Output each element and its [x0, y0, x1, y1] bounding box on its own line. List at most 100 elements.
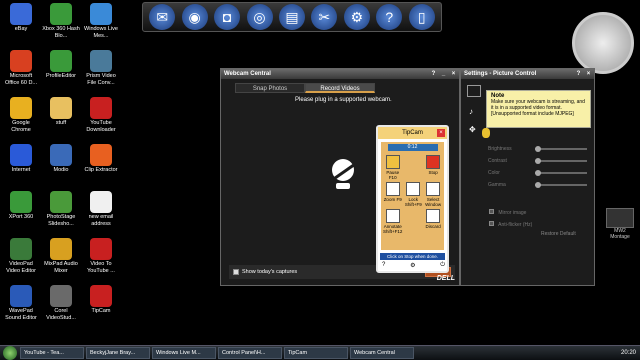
desktop-icon[interactable]: ProfileEditor	[42, 50, 80, 80]
desktop-icon[interactable]: WavePad Sound Editor	[2, 285, 40, 321]
webcam-titlebar: Webcam Central ? _ ×	[221, 69, 459, 79]
stop-icon	[426, 155, 441, 169]
desktop-icon[interactable]: Internet	[2, 144, 40, 174]
tipcam-button[interactable]: Zoom F9	[383, 182, 402, 207]
audio-icon[interactable]: ♪	[469, 107, 473, 116]
desktop-icon[interactable]: Google Chrome	[2, 97, 40, 133]
desktop-icon[interactable]: eBay	[2, 3, 40, 33]
photostage-icon	[50, 191, 72, 213]
desktop-icon-label: MixPad Audio Mixer	[44, 261, 78, 274]
blank-icon	[406, 155, 420, 169]
tipcam-controls: 0:12 Pause F10 Stop Zoom F9 Lock Shift+F9 Se…	[381, 142, 444, 250]
picture-icon[interactable]	[467, 85, 481, 97]
tipcam-button[interactable]: Stop	[424, 155, 442, 180]
slider-brightness[interactable]: Brightness	[488, 146, 588, 152]
desktop-icon[interactable]: Corel VideoStud...	[42, 285, 80, 321]
no-webcam-icon	[329, 159, 357, 193]
tab-record-videos[interactable]: Record Videos	[305, 83, 375, 93]
film-icon[interactable]: ▤	[278, 4, 305, 30]
tab-snap-photos[interactable]: Snap Photos	[235, 83, 305, 93]
desktop-icon-label: TipCam	[91, 308, 111, 314]
desktop-icon-label: Windows Live Mes...	[84, 26, 118, 39]
tipcam-button[interactable]	[404, 209, 422, 234]
tipcam-button[interactable]: Annotate Shift+F12	[383, 209, 402, 234]
desktop-icon[interactable]: TipCam	[82, 285, 120, 315]
help-button[interactable]: ?	[430, 70, 437, 78]
prism-icon	[90, 50, 112, 72]
mw2-montage-item[interactable]: MW2 Montage	[604, 208, 636, 240]
youtube-icon	[90, 97, 112, 119]
tipcam-button-label: Stop	[428, 170, 438, 175]
tipcam-help-icon[interactable]: ?	[382, 262, 385, 269]
chrome-icon	[10, 97, 32, 119]
cursor-pointer	[482, 128, 490, 138]
desktop-icon-label: Microsoft Office 60 D...	[5, 73, 37, 86]
desktop-icon[interactable]: Clip Extractor	[82, 144, 120, 174]
desktop-icon[interactable]: Modio	[42, 144, 80, 174]
tipcam-close-button[interactable]: ×	[437, 129, 445, 137]
tools-icon[interactable]: ✂	[311, 4, 338, 30]
tipcam-button[interactable]: Select Window	[424, 182, 442, 207]
slider-contrast[interactable]: Contrast	[488, 158, 588, 164]
xbox-icon	[50, 50, 72, 72]
option-antiflicker[interactable]: Anti-flicker (Hz)	[489, 221, 532, 228]
mail-icon[interactable]: ✉	[149, 4, 176, 30]
desktop-icon[interactable]: new email address	[82, 191, 120, 227]
taskbar-item[interactable]: Windows Live M...	[152, 347, 216, 359]
folder-icon	[50, 97, 72, 119]
desktop-icon[interactable]: Windows Live Mes...	[82, 3, 120, 39]
tipcam-status: Click on Stop when done.	[380, 253, 445, 260]
restore-default-button[interactable]: Restore Default	[541, 231, 576, 237]
trash-icon[interactable]: ▯	[408, 4, 435, 30]
option-mirror[interactable]: Mirror image	[489, 209, 526, 216]
tipcam-power-icon[interactable]: ⏻	[440, 262, 445, 269]
desktop-icon[interactable]: stuff	[42, 97, 80, 127]
taskbar-item[interactable]: TipCam	[284, 347, 348, 359]
desktop-icon-label: eBay	[14, 26, 28, 32]
tipcam-button[interactable]	[404, 155, 422, 180]
tipcam-button-label: Pause F10	[386, 170, 400, 180]
minimize-button[interactable]: _	[440, 70, 447, 78]
slider-color[interactable]: Color	[488, 170, 588, 176]
desktop-icon[interactable]: MixPad Audio Mixer	[42, 238, 80, 274]
desktop-icon[interactable]: Prism Video File Conv...	[82, 50, 120, 86]
start-button[interactable]	[3, 346, 17, 360]
desktop-icon-label: YouTube Downloader	[86, 120, 116, 133]
desktop-icon[interactable]: YouTube Downloader	[82, 97, 120, 133]
desktop-icon-label: new email address	[88, 214, 114, 227]
desktop-icon-label: XPort 360	[8, 214, 34, 220]
taskbar-item[interactable]: YouTube - Tea...	[20, 347, 84, 359]
slider-gamma[interactable]: Gamma	[488, 182, 588, 188]
help-icon[interactable]: ?	[376, 4, 403, 30]
tipcam-settings-icon[interactable]: ⚙	[410, 262, 415, 269]
camera-icon[interactable]: ◘	[214, 4, 241, 30]
xbox-icon	[10, 191, 32, 213]
globe-icon[interactable]: ◉	[181, 4, 208, 30]
desktop-icon-label: stuff	[55, 120, 67, 126]
tipcam-button[interactable]: Lock Shift+F9	[404, 182, 422, 207]
tipcam-button-label: Lock Shift+F9	[404, 197, 422, 207]
taskbar-item[interactable]: BeckyjJane Bray...	[86, 347, 150, 359]
tipcam-button[interactable]: Discard	[424, 209, 442, 234]
desktop-icon[interactable]: Video To YouTube ...	[82, 238, 120, 274]
settings-help-button[interactable]: ?	[575, 70, 582, 78]
tipcam-button[interactable]: Pause F10	[383, 155, 402, 180]
settings-close-button[interactable]: ×	[585, 70, 592, 78]
desktop-icon[interactable]: VideoPad Video Editor	[2, 238, 40, 274]
video-thumbnail-icon	[606, 208, 634, 228]
move-icon[interactable]: ✥	[469, 125, 476, 134]
gear-icon	[90, 144, 112, 166]
desktop-icon[interactable]: XPort 360	[2, 191, 40, 221]
taskbar-item[interactable]: Control Panel\H...	[218, 347, 282, 359]
zoom-icon	[385, 182, 400, 196]
desktop-icon[interactable]: Microsoft Office 60 D...	[2, 50, 40, 86]
speaker-icon[interactable]: ◎	[246, 4, 273, 30]
settings-icon[interactable]: ⚙	[343, 4, 370, 30]
close-button[interactable]: ×	[450, 70, 457, 78]
show-captures-checkbox[interactable]	[233, 269, 239, 275]
mixpad-icon	[50, 238, 72, 260]
desktop-icon-label: Prism Video File Conv...	[86, 73, 116, 86]
taskbar-item[interactable]: Webcam Central	[350, 347, 414, 359]
desktop-icon[interactable]: Xbox 360 Hash Blo...	[42, 3, 80, 39]
desktop-icon[interactable]: PhotoStage Slidesho...	[42, 191, 80, 227]
